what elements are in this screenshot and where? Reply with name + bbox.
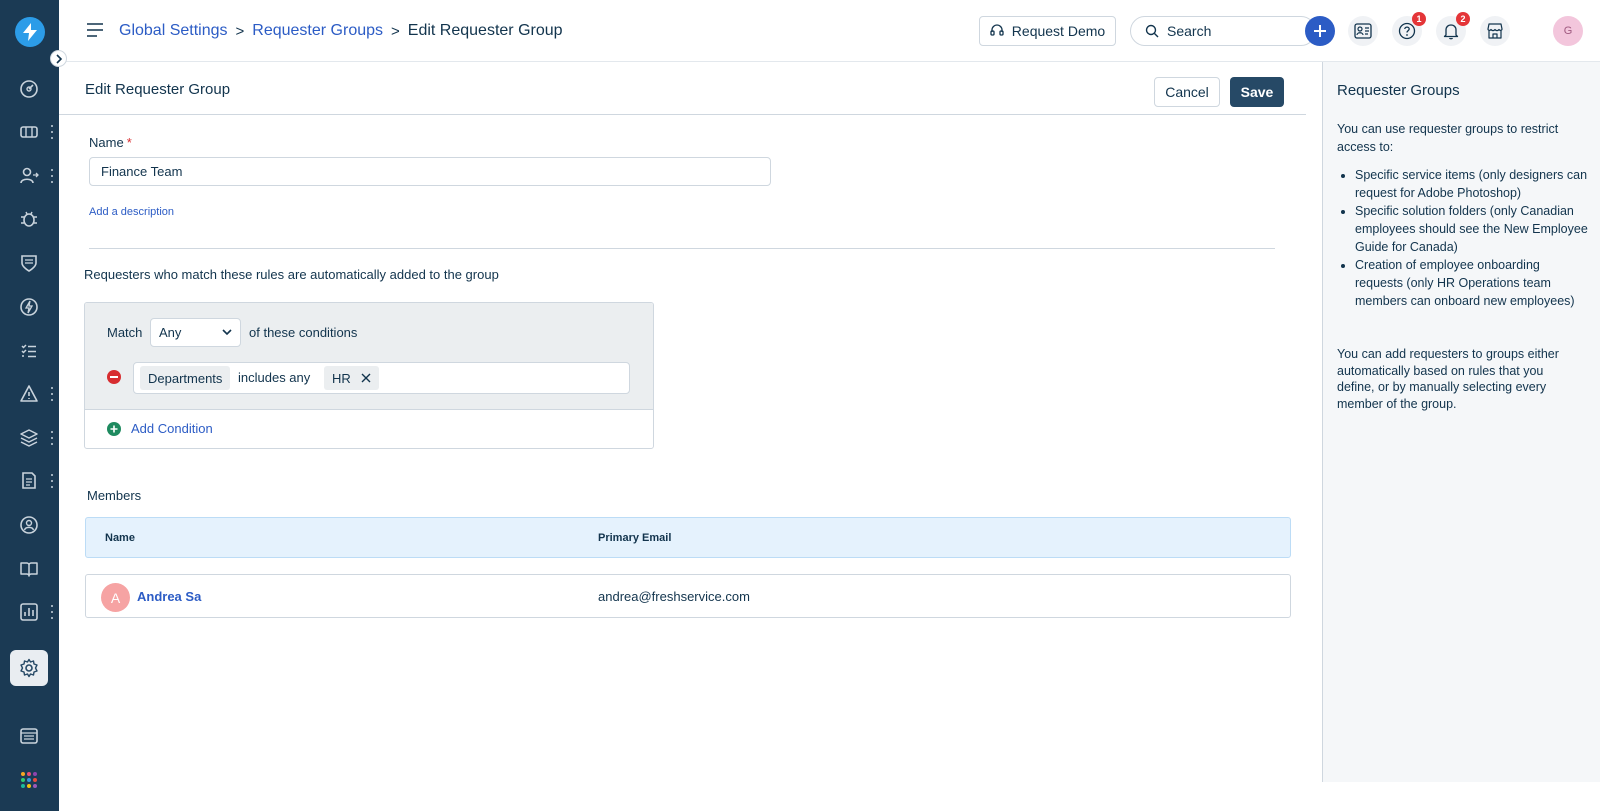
assets-more-icon[interactable]	[48, 431, 56, 445]
breadcrumb-requester-groups[interactable]: Requester Groups	[252, 22, 383, 40]
plus-circle-icon	[107, 421, 121, 436]
store-icon	[1487, 23, 1503, 39]
match-select[interactable]: Any	[150, 318, 241, 347]
marketplace-button[interactable]	[1480, 16, 1510, 46]
name-label-text: Name	[89, 135, 124, 150]
contracts-icon[interactable]	[10, 463, 48, 499]
new-item-button[interactable]	[1305, 16, 1335, 46]
section-divider	[89, 248, 1275, 249]
condition-operator[interactable]: includes any	[238, 370, 310, 385]
list-item: Creation of employee onboarding requests…	[1355, 256, 1590, 310]
alerts-icon[interactable]	[10, 376, 48, 412]
breadcrumb: Global Settings > Requester Groups > Edi…	[119, 22, 563, 40]
reports-more-icon[interactable]	[48, 605, 56, 619]
match-select-value: Any	[159, 325, 182, 340]
plus-icon	[1314, 25, 1326, 37]
table-row[interactable]: A Andrea Sa andrea@freshservice.com	[85, 574, 1291, 618]
required-asterisk: *	[126, 135, 132, 150]
rules-box: Match Any of these conditions Department…	[84, 302, 654, 449]
hamburger-menu-icon[interactable]	[87, 23, 103, 40]
contracts-more-icon[interactable]	[48, 474, 56, 488]
freshservice-logo[interactable]	[15, 17, 45, 47]
help-icon	[1398, 22, 1416, 40]
column-header-name[interactable]: Name	[105, 532, 135, 544]
info-panel-list: Specific service items (only designers c…	[1355, 166, 1590, 310]
reports-icon[interactable]	[10, 594, 48, 630]
breadcrumb-separator: >	[391, 22, 400, 40]
condition-value-label: HR	[332, 370, 351, 386]
match-label: Match	[107, 325, 143, 340]
save-button[interactable]: Save	[1230, 77, 1284, 107]
condition-value-chip[interactable]: HR	[324, 366, 379, 390]
member-name-link[interactable]: Andrea Sa	[137, 589, 201, 604]
request-demo-label: Request Demo	[1011, 23, 1106, 39]
sidebar	[0, 0, 59, 811]
headset-icon	[990, 24, 1004, 36]
bell-icon	[1443, 24, 1459, 40]
column-header-email[interactable]: Primary Email	[598, 532, 671, 544]
solutions-icon[interactable]	[10, 551, 48, 587]
add-condition-button[interactable]: Add Condition	[107, 421, 213, 436]
help-badge: 1	[1412, 12, 1426, 26]
request-demo-button[interactable]: Request Demo	[979, 16, 1116, 46]
cancel-button[interactable]: Cancel	[1154, 77, 1220, 107]
dashboard-icon[interactable]	[10, 71, 48, 107]
settings-icon[interactable]	[10, 650, 48, 686]
add-condition-label: Add Condition	[131, 421, 213, 436]
info-panel-outro: You can add requesters to groups either …	[1337, 347, 1559, 411]
help-button[interactable]: 1	[1392, 12, 1426, 46]
info-panel: Requester Groups You can use requester g…	[1322, 62, 1600, 782]
search-placeholder: Search	[1167, 23, 1212, 39]
info-panel-intro: You can use requester groups to restrict…	[1337, 122, 1559, 154]
user-avatar[interactable]: G	[1553, 16, 1583, 46]
contact-card-icon	[1354, 23, 1372, 39]
avatar: A	[101, 583, 130, 612]
requesters-more-icon[interactable]	[48, 169, 56, 183]
tickets-more-icon[interactable]	[48, 125, 56, 139]
contacts-button[interactable]	[1348, 16, 1378, 46]
problems-icon[interactable]	[10, 201, 48, 237]
rules-section-title: Requesters who match these rules are aut…	[84, 267, 499, 282]
list-item: Specific service items (only designers c…	[1355, 166, 1590, 202]
search-input[interactable]: Search	[1130, 16, 1316, 46]
info-panel-title: Requester Groups	[1337, 82, 1460, 99]
main-content: Edit Requester Group Cancel Save Name * F…	[59, 62, 1322, 811]
changes-icon[interactable]	[10, 245, 48, 281]
notifications-button[interactable]: 2	[1436, 12, 1470, 46]
conditions-panel: Match Any of these conditions Department…	[85, 303, 653, 410]
requesters-icon[interactable]	[10, 158, 48, 194]
assets-icon[interactable]	[10, 420, 48, 456]
add-description-link[interactable]: Add a description	[89, 206, 174, 218]
members-table-header: Name Primary Email	[85, 517, 1291, 558]
name-field-label: Name *	[89, 135, 132, 150]
tasks-icon[interactable]	[10, 333, 48, 369]
page-header: Edit Requester Group Cancel Save	[59, 62, 1306, 115]
apps-icon[interactable]	[10, 762, 48, 798]
releases-icon[interactable]	[10, 289, 48, 325]
breadcrumb-current: Edit Requester Group	[407, 22, 563, 39]
list-item: Specific solution folders (only Canadian…	[1355, 202, 1590, 256]
tickets-icon[interactable]	[10, 114, 48, 150]
notifications-badge: 2	[1456, 12, 1470, 26]
breadcrumb-separator: >	[235, 22, 245, 40]
chevron-down-icon	[222, 329, 232, 336]
members-title: Members	[87, 488, 142, 503]
breadcrumb-global-settings[interactable]: Global Settings	[119, 22, 228, 40]
name-input[interactable]: Finance Team	[89, 157, 771, 186]
page-title: Edit Requester Group	[85, 81, 231, 98]
condition-field-chip[interactable]: Departments	[140, 366, 231, 390]
close-icon[interactable]	[361, 373, 371, 383]
remove-condition-icon[interactable]	[107, 370, 121, 384]
sidebar-toggle-button[interactable]	[50, 50, 67, 67]
member-email: andrea@freshservice.com	[598, 589, 750, 604]
condition-row[interactable]: Departments includes any HR	[133, 362, 630, 394]
alerts-more-icon[interactable]	[48, 387, 56, 401]
top-header: Global Settings > Requester Groups > Edi…	[59, 0, 1600, 62]
conditions-suffix: of these conditions	[249, 325, 358, 340]
catalog-icon[interactable]	[10, 718, 48, 754]
team-icon[interactable]	[10, 507, 48, 543]
search-icon	[1145, 24, 1159, 38]
